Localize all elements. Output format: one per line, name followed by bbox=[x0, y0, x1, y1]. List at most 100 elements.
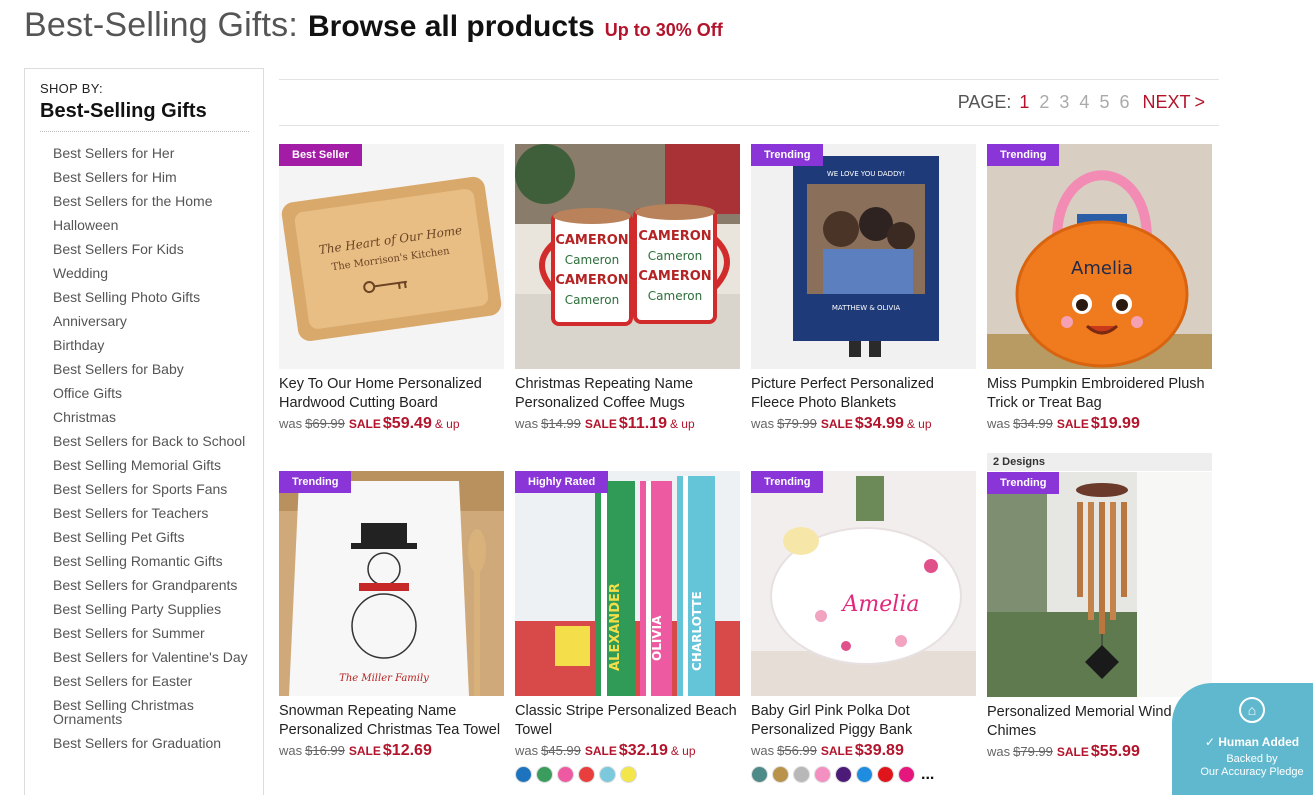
was-label: was bbox=[751, 743, 775, 758]
color-swatch[interactable] bbox=[877, 766, 894, 783]
page-label: PAGE: bbox=[957, 92, 1012, 112]
designs-count[interactable]: 2 Designs bbox=[987, 453, 1212, 471]
mug-name-text: CAMERON bbox=[638, 269, 711, 284]
product-name[interactable]: Snowman Repeating Name Personalized Chri… bbox=[279, 702, 505, 740]
sidebar-item[interactable]: Best Selling Pet Gifts bbox=[53, 525, 249, 549]
sidebar-item[interactable]: Best Selling Photo Gifts bbox=[53, 285, 249, 309]
sidebar-title: Best-Selling Gifts bbox=[40, 100, 249, 132]
offer-text: Up to 30% Off bbox=[604, 20, 723, 40]
color-swatch[interactable] bbox=[835, 766, 852, 783]
mug-name-text: CAMERON bbox=[638, 229, 711, 244]
badge-trending: Trending bbox=[987, 144, 1060, 166]
sidebar-item[interactable]: Best Sellers for Summer bbox=[53, 621, 249, 645]
more-colors-indicator[interactable]: ... bbox=[921, 766, 934, 782]
sidebar-item[interactable]: Halloween bbox=[53, 213, 249, 237]
sale-label: SALE bbox=[348, 744, 381, 758]
product-image[interactable]: Amelia Trending bbox=[751, 471, 976, 696]
accuracy-pledge-badge[interactable]: ⌂ ✓ Human Added Backed by Our Accuracy P… bbox=[1172, 683, 1313, 795]
sidebar-item[interactable]: Best Selling Christmas Ornaments bbox=[53, 693, 249, 731]
sidebar-item[interactable]: Best Selling Memorial Gifts bbox=[53, 453, 249, 477]
product-name[interactable]: Key To Our Home Personalized Hardwood Cu… bbox=[279, 375, 505, 413]
sidebar-item[interactable]: Best Sellers for Him bbox=[53, 165, 249, 189]
towel-name-text: CHARLOTTE bbox=[690, 591, 704, 671]
sidebar-item[interactable]: Best Sellers for Baby bbox=[53, 357, 249, 381]
page-link-5[interactable]: 5 bbox=[1099, 92, 1109, 113]
sidebar-item[interactable]: Best Sellers for Teachers bbox=[53, 501, 249, 525]
sidebar-item[interactable]: Birthday bbox=[53, 333, 249, 357]
was-label: was bbox=[987, 744, 1011, 759]
product-name[interactable]: Classic Stripe Personalized Beach Towel bbox=[515, 702, 741, 740]
sale-label: SALE bbox=[1056, 417, 1089, 431]
sidebar-item[interactable]: Best Sellers for Back to School bbox=[53, 429, 249, 453]
towel-name-text: OLIVIA bbox=[650, 615, 664, 661]
sale-label: SALE bbox=[584, 417, 617, 431]
product-info: Key To Our Home Personalized Hardwood Cu… bbox=[279, 375, 505, 433]
color-swatch[interactable] bbox=[557, 766, 574, 783]
product-name[interactable]: Christmas Repeating Name Personalized Co… bbox=[515, 375, 741, 413]
page-link-4[interactable]: 4 bbox=[1079, 92, 1089, 113]
sidebar-item[interactable]: Best Selling Romantic Gifts bbox=[53, 549, 249, 573]
product-image[interactable]: CAMERON Cameron CAMERON Cameron CAMERON … bbox=[515, 144, 740, 369]
product-info: Christmas Repeating Name Personalized Co… bbox=[515, 375, 741, 433]
sidebar-item[interactable]: Best Sellers for Sports Fans bbox=[53, 477, 249, 501]
product-image[interactable]: The Heart of Our Home The Morrison's Kit… bbox=[279, 144, 504, 369]
chevron-right-icon[interactable]: > bbox=[1194, 92, 1205, 113]
sidebar-item[interactable]: Best Sellers for Grandparents bbox=[53, 573, 249, 597]
page-link-3[interactable]: 3 bbox=[1059, 92, 1069, 113]
sidebar-item[interactable]: Best Selling Party Supplies bbox=[53, 597, 249, 621]
sidebar-item[interactable]: Christmas bbox=[53, 405, 249, 429]
product-name[interactable]: Picture Perfect Personalized Fleece Phot… bbox=[751, 375, 977, 413]
was-price: $56.99 bbox=[777, 743, 817, 758]
page-link-2[interactable]: 2 bbox=[1039, 92, 1049, 113]
sidebar-item[interactable]: Best Sellers for the Home bbox=[53, 189, 249, 213]
product-image[interactable]: The Miller Family Trending bbox=[279, 471, 504, 696]
color-swatch[interactable] bbox=[814, 766, 831, 783]
shop-by-label: SHOP BY: bbox=[40, 81, 103, 96]
product-image[interactable]: WE LOVE YOU DADDY! MATTHEW & OLIVIA Tren… bbox=[751, 144, 976, 369]
was-label: was bbox=[515, 416, 539, 431]
blanket-caption: MATTHEW & OLIVIA bbox=[832, 304, 901, 312]
sidebar-item[interactable]: Office Gifts bbox=[53, 381, 249, 405]
pledge-subtitle: Backed by Our Accuracy Pledge bbox=[1172, 753, 1313, 779]
product-image[interactable]: Trending bbox=[987, 472, 1212, 697]
product-info: Baby Girl Pink Polka Dot Personalized Pi… bbox=[751, 702, 977, 783]
color-swatch[interactable] bbox=[793, 766, 810, 783]
sidebar-item[interactable]: Best Sellers for Her bbox=[53, 141, 249, 165]
color-swatch[interactable] bbox=[536, 766, 553, 783]
color-swatch[interactable] bbox=[620, 766, 637, 783]
sale-label: SALE bbox=[348, 417, 381, 431]
color-swatch[interactable] bbox=[578, 766, 595, 783]
sidebar-item[interactable]: Best Sellers for Valentine's Day bbox=[53, 645, 249, 669]
color-swatch[interactable] bbox=[772, 766, 789, 783]
page-link-6[interactable]: 6 bbox=[1119, 92, 1129, 113]
sidebar-item[interactable]: Anniversary bbox=[53, 309, 249, 333]
was-price: $16.99 bbox=[305, 743, 345, 758]
sidebar-item[interactable]: Best Sellers for Easter bbox=[53, 669, 249, 693]
color-swatches: ... bbox=[751, 766, 977, 783]
sidebar-item[interactable]: Best Sellers for Graduation bbox=[53, 731, 249, 755]
was-price: $34.99 bbox=[1013, 416, 1053, 431]
wind-chimes-image bbox=[987, 472, 1212, 697]
product-name[interactable]: Miss Pumpkin Embroidered Plush Trick or … bbox=[987, 375, 1213, 413]
page-link-1[interactable]: 1 bbox=[1019, 92, 1029, 113]
was-label: was bbox=[987, 416, 1011, 431]
piggy-name-text: Amelia bbox=[841, 592, 920, 617]
sidebar-item[interactable]: Wedding bbox=[53, 261, 249, 285]
product-image[interactable]: ALEXANDER OLIVIA CHARLOTTE Highly Rated bbox=[515, 471, 740, 696]
product-info: Picture Perfect Personalized Fleece Phot… bbox=[751, 375, 977, 433]
product-image[interactable]: Amelia Trending bbox=[987, 144, 1212, 369]
color-swatch[interactable] bbox=[898, 766, 915, 783]
next-page-link[interactable]: NEXT bbox=[1142, 92, 1190, 113]
color-swatch[interactable] bbox=[856, 766, 873, 783]
color-swatch[interactable] bbox=[751, 766, 768, 783]
blanket-caption: WE LOVE YOU DADDY! bbox=[827, 170, 905, 178]
color-swatch[interactable] bbox=[599, 766, 616, 783]
sidebar-item[interactable]: Best Sellers For Kids bbox=[53, 237, 249, 261]
color-swatch[interactable] bbox=[515, 766, 532, 783]
product-name[interactable]: Baby Girl Pink Polka Dot Personalized Pi… bbox=[751, 702, 977, 740]
price-line: was $69.99 SALE $59.49 & up bbox=[279, 415, 505, 433]
color-swatches bbox=[515, 766, 741, 783]
tea-towel-image: The Miller Family bbox=[279, 471, 504, 696]
sidebar-list: Best Sellers for Her Best Sellers for Hi… bbox=[40, 141, 249, 755]
pagination: PAGE: 1 2 3 4 5 6 NEXT > bbox=[279, 79, 1219, 126]
